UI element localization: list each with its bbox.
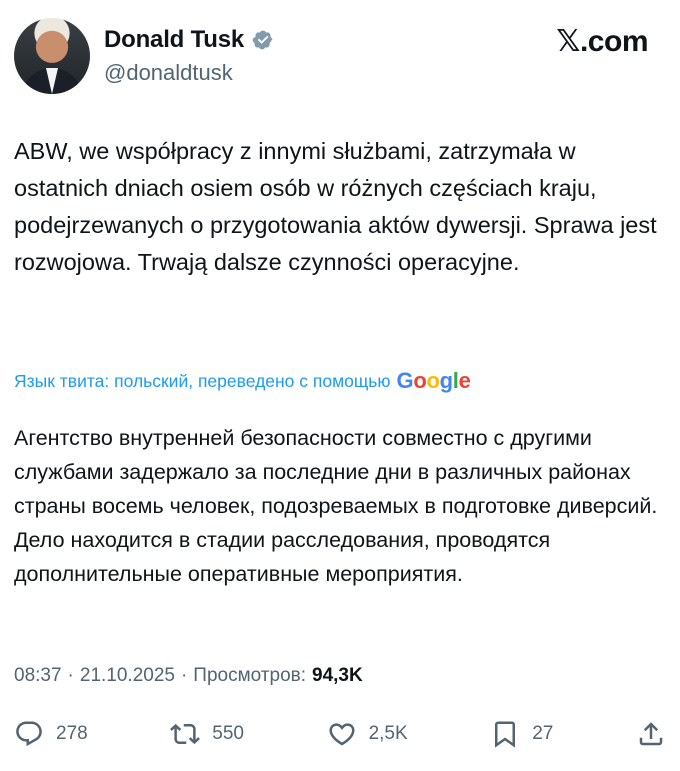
post-header: Donald Tusk @donaldtusk 𝕏.com bbox=[14, 18, 666, 94]
meta-separator: · bbox=[67, 665, 74, 686]
x-logo: 𝕏.com bbox=[556, 24, 648, 59]
post-date[interactable]: 21.10.2025 bbox=[80, 665, 175, 687]
verified-badge-icon bbox=[252, 30, 273, 50]
bookmark-count: 27 bbox=[532, 723, 554, 744]
x-mark-icon: 𝕏 bbox=[556, 24, 580, 59]
bookmark-icon bbox=[495, 721, 516, 748]
like-button[interactable]: 2,5K bbox=[327, 719, 408, 749]
translation-label[interactable]: Язык твита: польский, переведено с помощ… bbox=[14, 368, 471, 394]
post-meta: 08:37 · 21.10.2025 · Просмотров: 94,3K bbox=[14, 665, 363, 687]
google-letter: o bbox=[413, 368, 427, 393]
like-count: 2,5K bbox=[368, 723, 408, 744]
action-bar: 278 550 2,5K 27 bbox=[14, 714, 666, 754]
google-letter: o bbox=[426, 368, 440, 393]
views-label: Просмотров: bbox=[193, 665, 307, 686]
author-handle[interactable]: @donaldtusk bbox=[104, 60, 233, 86]
heart-icon bbox=[329, 723, 355, 746]
translation-label-text: Язык твита: польский, переведено с помощ… bbox=[14, 370, 391, 391]
repost-count: 550 bbox=[212, 723, 244, 744]
avatar[interactable] bbox=[14, 18, 90, 94]
meta-separator: · bbox=[180, 665, 188, 686]
google-logo: Google bbox=[397, 368, 471, 394]
post-time[interactable]: 08:37 bbox=[14, 665, 62, 687]
google-letter: e bbox=[458, 368, 471, 393]
repost-button[interactable]: 550 bbox=[170, 719, 244, 749]
share-icon bbox=[639, 722, 663, 746]
google-letter: G bbox=[396, 368, 414, 393]
reply-button[interactable]: 278 bbox=[14, 719, 88, 749]
google-letter: g bbox=[439, 368, 453, 393]
reply-count: 278 bbox=[56, 723, 88, 744]
x-logo-suffix: .com bbox=[579, 25, 649, 58]
reply-icon bbox=[16, 721, 42, 747]
translated-text: Агентство внутренней безопасности совмес… bbox=[14, 426, 658, 586]
author-name[interactable]: Donald Tusk bbox=[104, 26, 244, 54]
author-name-row: Donald Tusk bbox=[104, 26, 274, 54]
repost-icon bbox=[170, 723, 201, 745]
post-text: ABW, we współpracy z innymi służbami, za… bbox=[14, 138, 657, 275]
views-count: 94,3K bbox=[312, 665, 363, 686]
bookmark-button[interactable]: 27 bbox=[490, 719, 553, 749]
share-button[interactable] bbox=[636, 719, 666, 749]
